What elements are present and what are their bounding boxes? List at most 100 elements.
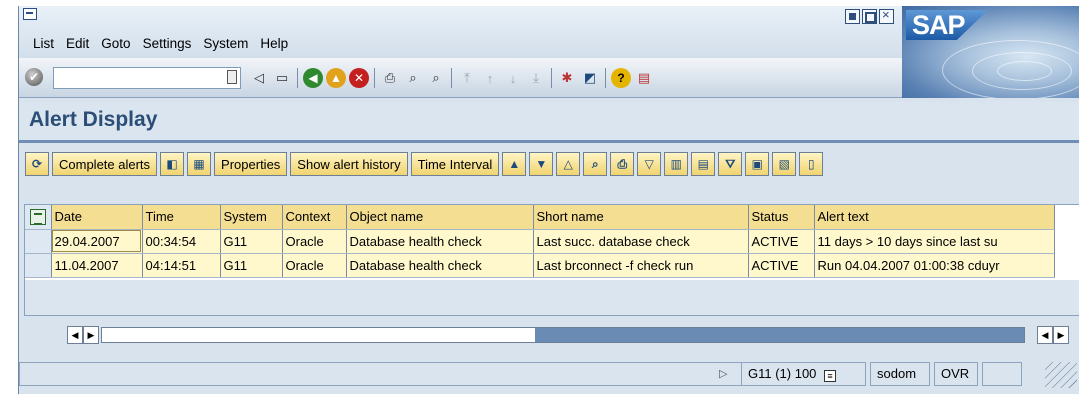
choose-layout-icon[interactable]: ▣ [745, 152, 770, 176]
exit-icon[interactable]: ▲ [326, 68, 346, 88]
cell-alert-text[interactable]: Run 04.04.2007 01:00:38 cduyr [814, 253, 1055, 278]
time-interval-button[interactable]: Time Interval [410, 152, 500, 176]
print-icon[interactable]: ⎙ [380, 68, 400, 88]
save-icon[interactable]: ▭ [272, 68, 292, 88]
next-page-icon[interactable]: ↓ [503, 68, 523, 88]
table-header-row: Date Time System Context Object name Sho… [25, 205, 1055, 230]
arrow-left-icon[interactable]: ◁ [249, 68, 269, 88]
layout-header-cell[interactable] [25, 205, 52, 230]
cell-status[interactable]: ACTIVE [748, 229, 815, 254]
alert-table: Date Time System Context Object name Sho… [24, 204, 1079, 316]
cell-short-name[interactable]: Last succ. database check [533, 229, 749, 254]
print-icon[interactable]: ⎙ [610, 152, 635, 176]
menu-settings[interactable]: Settings [137, 36, 198, 51]
system-menu-icon[interactable] [23, 8, 37, 20]
row-selector[interactable] [25, 229, 52, 254]
scroll-right-icon[interactable]: ▶ [83, 326, 99, 344]
standard-toolbar: ✔ ◁ ▭ ◀ ▲ ✕ ⎙ ⌕ ⌕ ⤒ ↑ ↓ ⤓ ✱ ◩ ? ▤ [19, 58, 902, 98]
column-header-system[interactable]: System [220, 205, 283, 230]
layout-menu-icon[interactable]: ▤ [634, 68, 654, 88]
cell-system[interactable]: G11 [220, 253, 283, 278]
column-header-context[interactable]: Context [282, 205, 347, 230]
find-next-icon[interactable]: ⌕ [426, 68, 446, 88]
shortcut-icon[interactable]: ◩ [580, 68, 600, 88]
enter-icon[interactable]: ✔ [25, 68, 43, 86]
toolbar-separator [374, 68, 375, 88]
display-icon[interactable]: ▦ [187, 152, 212, 176]
cancel-icon[interactable]: ✕ [349, 68, 369, 88]
first-page-icon[interactable]: ⤒ [457, 68, 477, 88]
find-icon[interactable]: ⌕ [583, 152, 608, 176]
abc-analysis-icon[interactable]: △ [556, 152, 581, 176]
local-file-icon[interactable]: ▤ [691, 152, 716, 176]
back-icon[interactable]: ◀ [303, 68, 323, 88]
minimize-button[interactable] [845, 9, 860, 24]
menu-goto[interactable]: Goto [95, 36, 136, 51]
column-header-status[interactable]: Status [748, 205, 815, 230]
properties-button[interactable]: Properties [214, 152, 288, 176]
cell-date[interactable]: 11.04.2007 [51, 253, 143, 278]
cell-time[interactable]: 04:14:51 [142, 253, 221, 278]
show-alert-history-button[interactable]: Show alert history [290, 152, 408, 176]
last-page-icon[interactable]: ⤓ [526, 68, 546, 88]
complete-alerts-button[interactable]: Complete alerts [52, 152, 158, 176]
system-info-field[interactable]: G11 (1) 100 ≡ [741, 362, 866, 386]
column-header-time[interactable]: Time [142, 205, 221, 230]
menu-system[interactable]: System [197, 36, 254, 51]
previous-page-icon[interactable]: ↑ [480, 68, 500, 88]
refresh-icon[interactable]: ⟳ [25, 152, 49, 176]
system-info-list-icon[interactable]: ≡ [824, 370, 837, 382]
menu-list[interactable]: List [27, 36, 60, 51]
find-icon[interactable]: ⌕ [403, 68, 423, 88]
column-header-short-name[interactable]: Short name [533, 205, 749, 230]
create-session-icon[interactable]: ✱ [557, 68, 577, 88]
cell-alert-text[interactable]: 11 days > 10 days since last su [814, 229, 1055, 254]
change-layout-icon[interactable]: ▧ [772, 152, 797, 176]
scrollbar-track[interactable] [101, 327, 1025, 343]
column-header-alert-text[interactable]: Alert text [814, 205, 1055, 230]
table-row[interactable]: 11.04.2007 04:14:51 G11 Oracle Database … [25, 253, 1055, 278]
horizontal-scrollbar[interactable]: ◀ ▶ ◀ ▶ [67, 326, 1079, 344]
export-icon[interactable]: ▥ [664, 152, 689, 176]
cell-time[interactable]: 00:34:54 [142, 229, 221, 254]
layout-icon[interactable] [29, 208, 46, 225]
filter-icon[interactable]: ⛛ [718, 152, 743, 176]
menu-help[interactable]: Help [254, 36, 294, 51]
set-filter-icon[interactable]: ▽ [637, 152, 662, 176]
cell-object-name[interactable]: Database health check [346, 253, 534, 278]
maximize-button[interactable] [862, 9, 877, 24]
cell-context[interactable]: Oracle [282, 253, 347, 278]
close-window-button[interactable] [879, 7, 894, 24]
table-row[interactable]: 29.04.2007 00:34:54 G11 Oracle Database … [25, 229, 1055, 254]
cell-context[interactable]: Oracle [282, 229, 347, 254]
scroll-right-icon[interactable]: ▶ [1053, 326, 1069, 344]
status-toggle-icon[interactable]: ▷ [719, 367, 727, 380]
command-history-icon[interactable] [227, 70, 237, 84]
scrollbar-thumb[interactable] [535, 328, 1024, 342]
insert-mode-field[interactable]: OVR [934, 362, 978, 386]
cell-short-name[interactable]: Last brconnect -f check run [533, 253, 749, 278]
details-icon[interactable]: ◧ [160, 152, 185, 176]
scroll-left-icon[interactable]: ◀ [67, 326, 83, 344]
toolbar-separator [605, 68, 606, 88]
cell-system[interactable]: G11 [220, 229, 283, 254]
more-icon[interactable]: ▯ [799, 152, 824, 176]
toolbar-separator [297, 68, 298, 88]
sap-logo-text: SAP [912, 10, 966, 40]
menu-edit[interactable]: Edit [60, 36, 95, 51]
column-header-date[interactable]: Date [51, 205, 143, 230]
title-bar: Alert Display [19, 102, 1079, 142]
cell-object-name[interactable]: Database health check [346, 229, 534, 254]
toolbar-separator [451, 68, 452, 88]
row-selector[interactable] [25, 253, 52, 278]
cell-status[interactable]: ACTIVE [748, 253, 815, 278]
cell-date[interactable]: 29.04.2007 [51, 229, 143, 254]
help-icon[interactable]: ? [611, 68, 631, 88]
sort-descending-icon[interactable]: ▼ [529, 152, 554, 176]
sort-ascending-icon[interactable]: ▲ [502, 152, 527, 176]
status-bar: ▷ G11 (1) 100 ≡ sodom OVR [19, 362, 1079, 388]
resize-grip[interactable] [1045, 362, 1077, 388]
scroll-left-icon[interactable]: ◀ [1037, 326, 1053, 344]
command-field[interactable] [53, 67, 241, 89]
column-header-object-name[interactable]: Object name [346, 205, 534, 230]
